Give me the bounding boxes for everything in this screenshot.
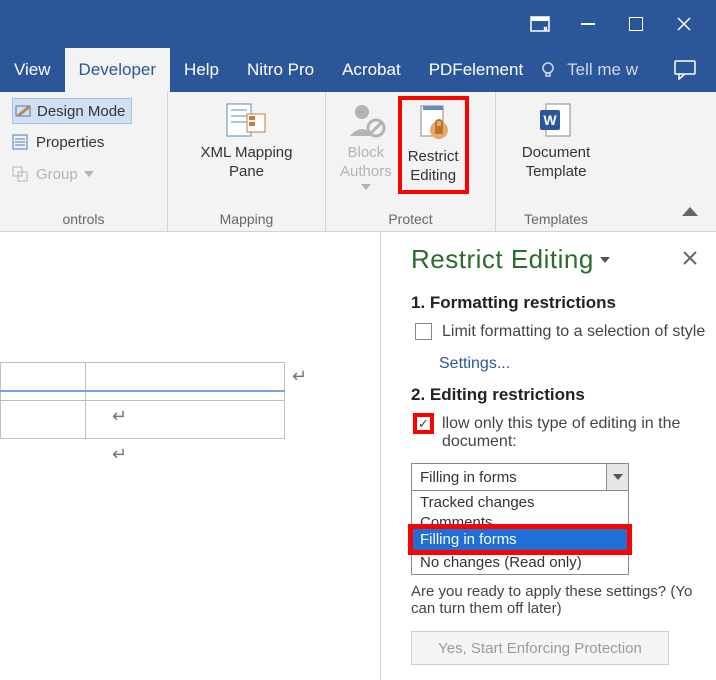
group-label-protect: Protect [326,211,495,227]
option-filling-in-forms[interactable]: Filling in forms [412,528,628,551]
document-table[interactable] [0,362,285,439]
option-tracked-changes[interactable]: Tracked changes [412,491,628,514]
ribbon-group-controls: Design Mode Properties Group ontrols [0,92,168,231]
restrict-editing-button[interactable]: Restrict Editing [400,98,467,192]
properties-icon [12,133,30,151]
chevron-down-icon [84,171,94,177]
lightbulb-icon [539,61,557,79]
ribbon-display-options-icon[interactable] [516,0,564,48]
group-label-mapping: Mapping [168,211,325,227]
ribbon: Design Mode Properties Group ontrols XML… [0,92,716,232]
group-label-controls: ontrols [0,211,167,227]
option-comments[interactable]: Comments [412,514,628,528]
document-template-label: Document Template [522,144,590,182]
restrict-editing-icon [409,104,457,144]
group-label-templates: Templates [496,211,616,227]
minimize-button[interactable] [564,0,612,48]
document-template-icon: W [532,100,580,140]
section-formatting-heading: 1. Formatting restrictions [411,293,706,313]
chevron-down-icon[interactable] [600,257,610,263]
editing-type-combo[interactable]: Filling in forms [411,463,629,491]
pane-title: Restrict Editing [411,244,706,275]
allow-only-checkbox[interactable] [415,415,432,432]
tab-help[interactable]: Help [170,48,233,92]
paragraph-mark-icon: ↵ [292,366,307,387]
restrict-editing-label: Restrict Editing [408,148,459,186]
chevron-down-icon [361,184,371,190]
formatting-settings-link[interactable]: Settings... [439,355,706,373]
option-no-changes[interactable]: No changes (Read only) [412,551,628,574]
ribbon-group-mapping: XML Mapping Pane Mapping [168,92,326,231]
design-mode-label: Design Mode [37,103,125,120]
document-template-button[interactable]: W Document Template [518,98,594,184]
allow-only-label: llow only this type of editing in the do… [442,415,706,451]
ribbon-tabs: View Developer Help Nitro Pro Acrobat PD… [0,48,716,92]
design-mode-icon [15,102,33,120]
ribbon-group-protect: Block Authors Restrict Editing Protect [326,92,496,231]
editing-type-listbox: Tracked changes Comments Filling in form… [411,491,629,575]
paragraph-mark-icon: ↵ [112,444,127,465]
block-authors-label: Block Authors [340,144,392,182]
chevron-down-icon[interactable] [606,464,628,490]
paragraph-mark-icon: ↵ [112,406,127,427]
collapse-ribbon-icon[interactable] [682,203,698,221]
apply-settings-text: Are you ready to apply these settings? (… [411,583,706,617]
maximize-button[interactable] [612,0,660,48]
design-mode-button[interactable]: Design Mode [12,98,132,124]
tab-view[interactable]: View [0,48,65,92]
xml-mapping-icon [223,100,271,140]
group-icon [12,165,30,183]
restrict-editing-pane: Restrict Editing 1. Formatting restricti… [380,232,716,680]
limit-formatting-label: Limit formatting to a selection of style [442,323,705,341]
section-editing-heading: 2. Editing restrictions [411,385,706,405]
editing-type-value: Filling in forms [412,469,606,486]
block-authors-button: Block Authors [336,98,396,192]
tell-me-input[interactable]: Tell me w [567,60,638,80]
comments-icon[interactable] [674,60,696,80]
svg-text:W: W [543,112,557,128]
close-pane-button[interactable] [682,250,698,271]
xml-mapping-label: XML Mapping Pane [201,144,293,182]
group-button[interactable]: Group [12,160,94,188]
xml-mapping-pane-button[interactable]: XML Mapping Pane [197,98,297,184]
window-titlebar [0,0,716,48]
group-label: Group [36,166,78,183]
start-enforcing-button[interactable]: Yes, Start Enforcing Protection [411,631,669,665]
tab-developer[interactable]: Developer [65,48,171,92]
block-authors-icon [342,100,390,140]
text-cursor [0,390,285,392]
tab-acrobat[interactable]: Acrobat [328,48,415,92]
tab-pdfelement[interactable]: PDFelement [415,48,537,92]
document-canvas[interactable]: ↵ ↵ ↵ [0,232,358,680]
ribbon-group-templates: W Document Template Templates [496,92,616,231]
limit-formatting-checkbox[interactable] [415,323,432,340]
properties-label: Properties [36,134,104,151]
properties-button[interactable]: Properties [12,128,104,156]
tab-nitro-pro[interactable]: Nitro Pro [233,48,328,92]
close-button[interactable] [660,0,708,48]
